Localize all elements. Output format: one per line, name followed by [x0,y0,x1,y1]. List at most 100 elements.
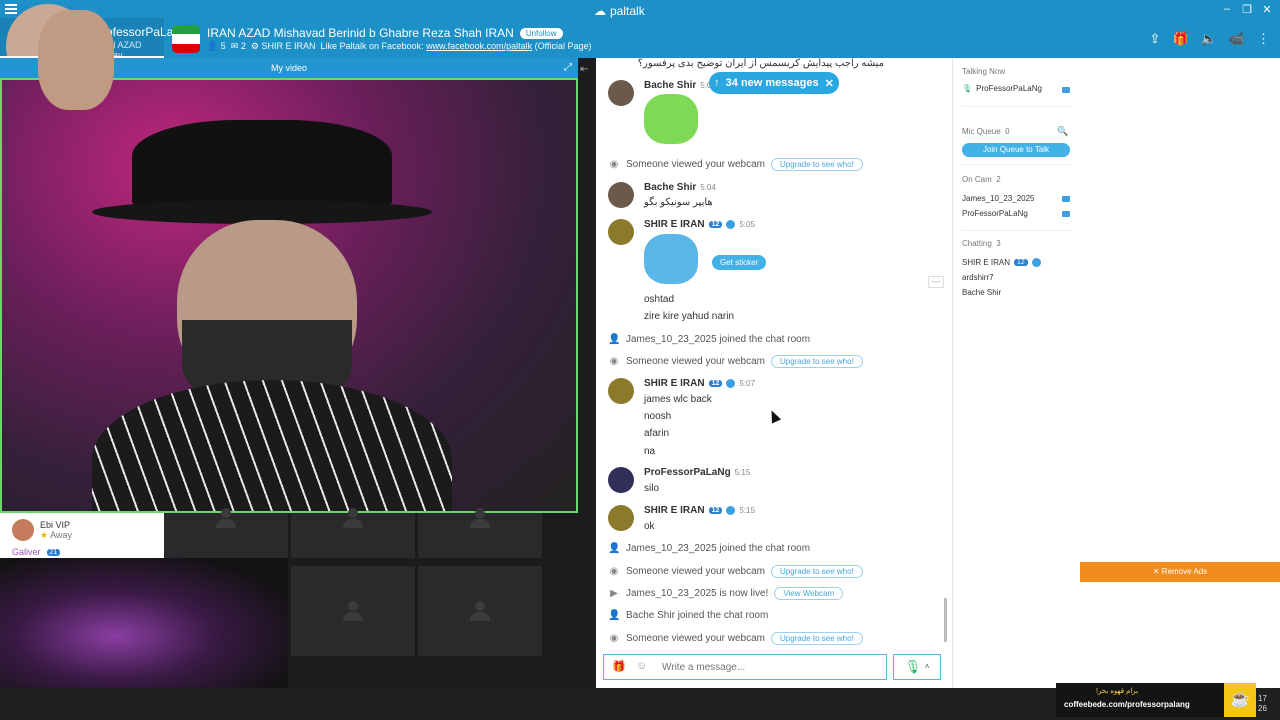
unfollow-button[interactable]: Unfollow [519,27,563,39]
vip-icon [726,379,736,388]
person-icon [470,508,490,528]
chat-message-header: SHIR E IRAN 12 5:05 [644,219,755,230]
room-flag-icon [172,25,200,53]
camera-icon[interactable]: 📹 [1229,31,1245,47]
cam-indicator-icon [1062,211,1070,217]
share-icon[interactable]: ⇪ [1150,31,1161,47]
new-messages-button[interactable]: ↑ 34 new messages ✕ [709,72,839,94]
arrow-up-icon: ↑ [714,77,720,89]
system-message: ◉ Someone viewed your webcam Upgrade to … [608,565,863,578]
user-badge: 12 [1014,259,1028,266]
system-message: 👤 Bache Shir joined the chat room [608,610,769,621]
users-count: 5 [220,41,226,51]
view-webcam-button[interactable]: View Webcam [774,587,844,600]
chat-message-header: Bache Shir 5:02 [644,80,716,91]
talking-now-heading: Talking Now [962,67,1006,76]
speaker-icon[interactable]: 🔈 [1201,31,1217,47]
more-icon[interactable]: ⋮ [1257,31,1270,47]
search-icon[interactable]: 🔍 [1057,126,1068,137]
chat-message-text: میشه راجب پیدایش کریسمس از ایران توضیح ب… [637,58,884,69]
join-queue-button[interactable]: Join Queue to Talk [962,143,1070,157]
chevron-up-icon[interactable]: ˄ [925,662,930,671]
users-icon: 👤 [207,41,219,51]
coffee-banner-top-text: برام قهوه بخر! [1096,688,1139,695]
user-name: Galiver [12,547,41,557]
user-list-item[interactable]: Galiver 21 [12,547,61,557]
avatar [608,80,634,106]
chat-message-text: oshtad [644,294,675,305]
chat-message-text: noosh [644,411,672,422]
ad-panel: ✕ Remove Ads [1080,58,1280,688]
viewer-cam-stream[interactable] [0,558,288,688]
chat-message-text: afarin [644,428,670,439]
chatting-user[interactable]: ardshirr7 [962,273,994,282]
room-owner: SHIR E IRAN [261,41,316,51]
user-list-item[interactable]: Ebi VIP ★ Away [12,519,72,541]
video-area: My video ⤢ ⇤ Ebi VIP ★ Away Galiver 21 [0,58,596,688]
owner-icon: ⚙ [250,41,259,51]
on-cam-user[interactable]: James_10_23_2025 [962,194,1035,203]
cam-tile-empty[interactable] [418,508,542,558]
close-icon[interactable]: ✕ [825,77,834,90]
coffee-cup-icon: ☕ [1224,683,1256,717]
eye-icon: ◉ [609,159,619,170]
system-message: ◉ Someone viewed your webcam Upgrade to … [608,355,863,368]
cam-tile-empty[interactable] [291,566,415,656]
chat-message-text: silo [644,483,660,494]
microphone-icon: 🎙 [962,84,973,93]
room-title: IRAN AZAD Mishavad Berinid b Ghabre Reza… [207,26,563,40]
chatting-heading: Chatting 3 [962,239,1001,248]
system-message: 👤 James_10_23_2025 joined the chat room [608,334,811,345]
divider [962,106,1072,107]
messages-count: 2 [240,41,246,51]
facebook-link[interactable]: www.facebook.com/paltalk [426,41,532,51]
toolbar-icons: ⇪ 🎁 🔈 📹 ⋮ [1150,31,1270,47]
collapse-arrow-icon[interactable]: ⇤ [580,64,588,75]
chatting-user[interactable]: Bache Shir [962,288,1001,297]
chat-message-text: zire kire yahud narin [644,311,735,322]
remove-ads-button[interactable]: ✕ Remove Ads [1080,562,1280,582]
upgrade-button[interactable]: Upgrade to see who! [770,355,863,368]
minimize-button[interactable]: – [1220,3,1234,15]
message-composer: 🎁 ☺ [603,654,887,680]
messages-icon: ✉ [230,41,239,51]
get-sticker-button[interactable]: Get sticker [712,255,767,270]
my-video-stream[interactable] [0,78,578,513]
crying-sticker [644,94,698,144]
chatting-user[interactable]: SHIR E IRAN 12 [962,258,1041,267]
talking-now-user[interactable]: 🎙 ProFessorPaLaNg [962,84,1042,93]
message-input[interactable] [662,659,877,675]
coffee-banner-url: coffeebede.com/professorpalang [1064,700,1190,709]
menu-icon[interactable] [5,4,17,16]
message-options-button[interactable]: ··· [928,276,944,288]
laughing-sticker [644,234,698,284]
avatar [608,467,634,493]
cam-tile-empty[interactable] [291,508,415,558]
push-to-talk-button[interactable]: 🎙 ˄ [893,654,941,680]
popout-icon[interactable]: ⤢ [564,58,572,78]
cam-tile-empty[interactable] [164,508,288,558]
chat-message-text: james wlc back [644,394,712,405]
user-badge: 21 [46,548,61,556]
restore-button[interactable]: ❐ [1240,3,1254,16]
gift-icon[interactable]: 🎁 [612,660,626,673]
vip-icon [726,220,736,229]
paltalk-logo-icon: ☁ [594,4,606,18]
cam-tile-empty[interactable] [418,566,542,656]
sticker-icon[interactable]: ☺ [636,660,647,672]
chat-scrollbar[interactable] [944,598,947,642]
vip-icon [726,506,736,515]
system-message: ◉ Someone viewed your webcam Upgrade to … [608,158,863,171]
on-cam-user[interactable]: ProFessorPaLaNg [962,209,1028,218]
upgrade-button[interactable]: Upgrade to see who! [770,158,863,171]
gift-icon[interactable]: 🎁 [1172,31,1188,47]
eye-icon: ◉ [609,356,619,367]
user-badge: 12 [708,221,723,228]
room-users-panel: Talking Now 🎙 ProFessorPaLaNg Mic Queue … [952,58,1080,688]
user-name: Ebi VIP [40,519,71,530]
eye-icon: ◉ [609,566,619,577]
close-button[interactable]: ✕ [1260,3,1274,16]
upgrade-button[interactable]: Upgrade to see who! [770,632,863,645]
upgrade-button[interactable]: Upgrade to see who! [770,565,863,578]
person-icon [343,508,363,528]
